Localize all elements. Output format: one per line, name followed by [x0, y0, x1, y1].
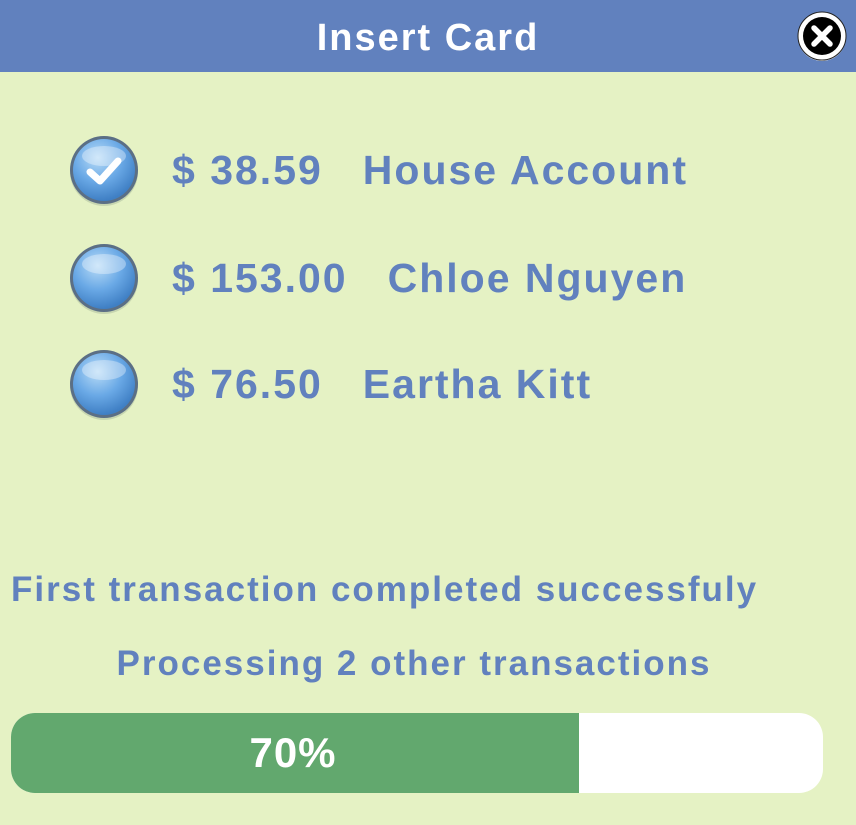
- radio-unselected-icon[interactable]: [68, 348, 140, 420]
- radio-selected-icon[interactable]: [68, 134, 140, 206]
- progress-label: 70%: [249, 729, 337, 776]
- account-row-chloe-nguyen[interactable]: $ 153.00 Chloe Nguyen: [68, 242, 687, 314]
- close-icon: [797, 11, 847, 61]
- close-button[interactable]: [796, 10, 848, 62]
- account-amount: $ 38.59: [172, 146, 323, 193]
- account-name: House Account: [362, 146, 688, 193]
- account-name: Eartha Kitt: [362, 360, 593, 407]
- dialog-title: Insert Card: [316, 17, 540, 59]
- account-amount: $ 153.00: [172, 254, 348, 301]
- account-amount: $ 76.50: [172, 360, 323, 407]
- account-name: Chloe Nguyen: [387, 254, 688, 301]
- progress-bar: 70%: [11, 713, 823, 793]
- status-message-processing: Processing 2 other transactions: [116, 644, 712, 683]
- title-bar: Insert Card: [0, 0, 856, 72]
- account-row-house-account[interactable]: $ 38.59 House Account: [68, 134, 688, 206]
- radio-unselected-icon[interactable]: [68, 242, 140, 314]
- account-row-eartha-kitt[interactable]: $ 76.50 Eartha Kitt: [68, 348, 592, 420]
- status-message-completed: First transaction completed successfuly: [11, 570, 759, 609]
